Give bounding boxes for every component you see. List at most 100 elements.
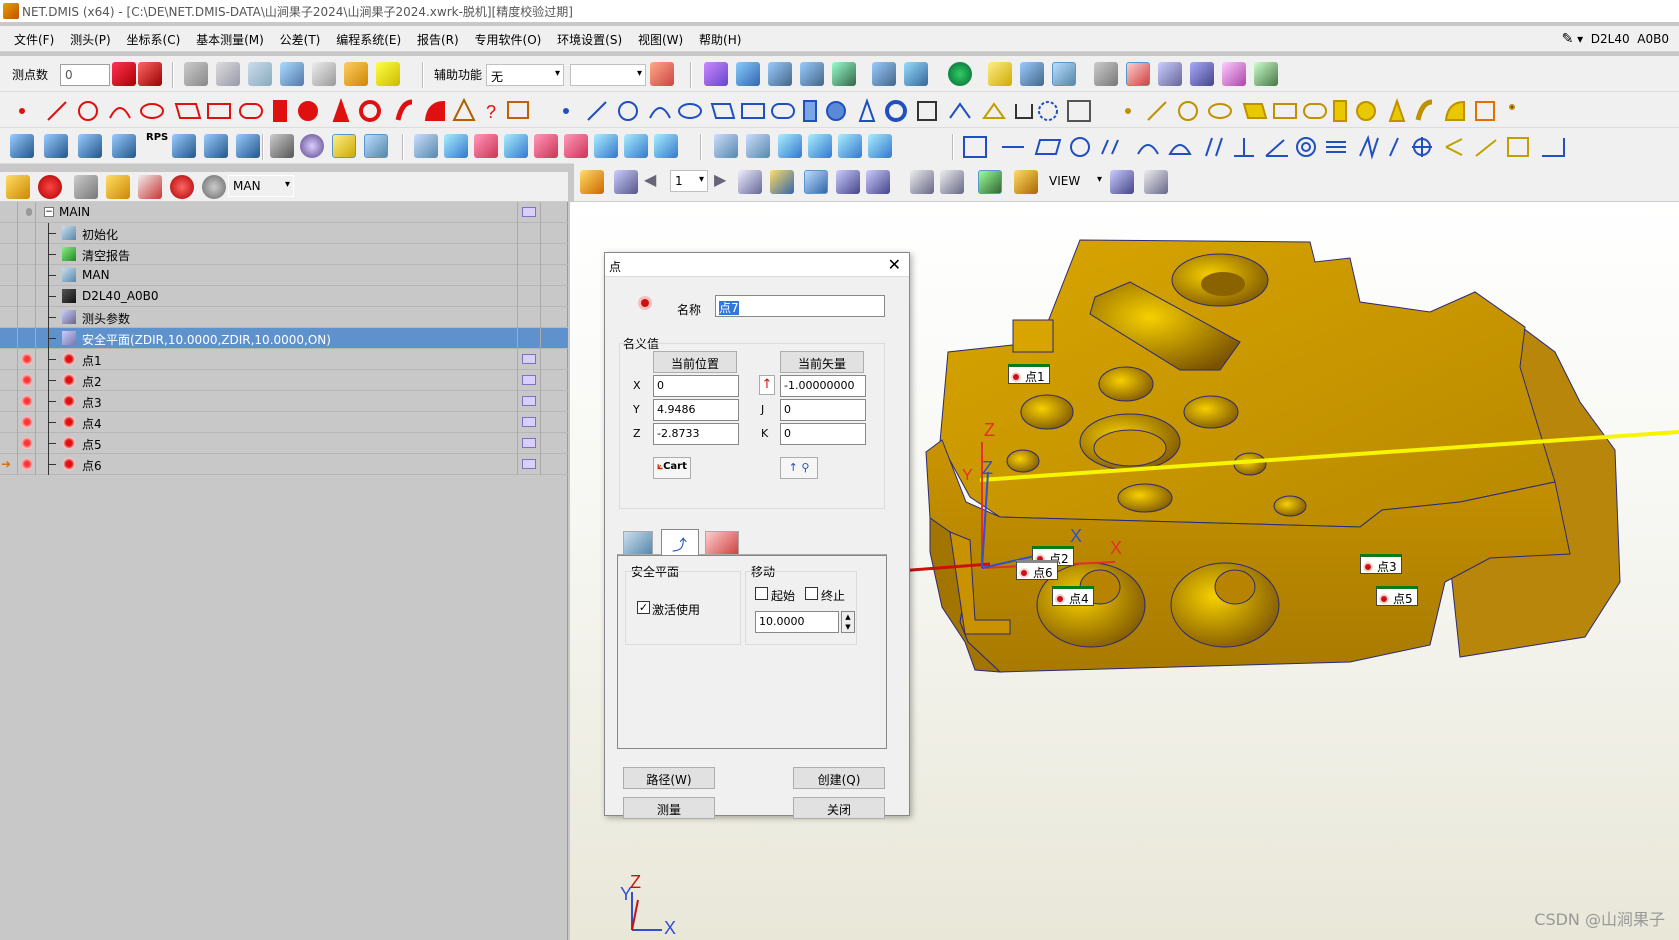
tab-probe-icon[interactable] (705, 531, 739, 555)
probe-icon[interactable]: ✎ (1562, 31, 1574, 47)
view-cube-icon[interactable] (904, 62, 928, 86)
tree-root[interactable]: − MAIN (0, 202, 568, 223)
list-icon[interactable] (522, 375, 536, 385)
filter-view-icon[interactable] (866, 170, 890, 194)
marker-point-3[interactable]: 点3 (1360, 554, 1402, 574)
bulb-icon[interactable] (22, 353, 32, 365)
tree-row[interactable]: 初始化 (0, 223, 568, 244)
distance-spinner[interactable]: ▲ ▼ (841, 611, 855, 633)
probe-move-icon[interactable] (184, 62, 208, 86)
measure-surface-icon[interactable] (504, 134, 528, 158)
scan-grid-icon[interactable] (746, 134, 770, 158)
tab-approach-icon[interactable]: ⤴ (661, 529, 699, 556)
prev-icon[interactable]: ◀ (644, 170, 656, 189)
probe-tool-icon[interactable] (1254, 62, 1278, 86)
rotate-icon[interactable] (832, 62, 856, 86)
list-icon[interactable] (522, 438, 536, 448)
pointer-icon[interactable] (1052, 62, 1076, 86)
menu-coordinate[interactable]: 坐标系(C) (121, 26, 187, 53)
doc-icon[interactable] (312, 62, 336, 86)
workpiece-icon[interactable] (332, 134, 356, 158)
erase-point-icon[interactable] (112, 62, 136, 86)
list-icon[interactable] (522, 207, 536, 217)
activate-checkbox[interactable]: ✓ (637, 601, 650, 614)
menu-file[interactable]: 文件(F) (8, 26, 60, 53)
distance-input[interactable]: 10.0000 (755, 611, 839, 633)
zoom-icon[interactable] (768, 62, 792, 86)
x-input[interactable]: 0 (653, 375, 739, 397)
save-view-icon[interactable] (614, 170, 638, 194)
align-3-2-1-icon[interactable] (78, 134, 102, 158)
measure-cylinder-icon[interactable] (444, 134, 468, 158)
breakpoint-icon[interactable] (170, 175, 194, 199)
scan-edge-icon[interactable] (808, 134, 832, 158)
erase-all-icon[interactable] (138, 62, 162, 86)
j-input[interactable]: 0 (780, 399, 866, 421)
scan-surface-icon[interactable] (778, 134, 802, 158)
measure-curve-icon[interactable] (474, 134, 498, 158)
current-position-button[interactable]: 当前位置 (653, 351, 737, 373)
tree-row-feature[interactable]: 点5 (0, 433, 568, 454)
marker-point-4[interactable]: 点4 (1052, 586, 1094, 606)
machine-view-icon[interactable] (580, 170, 604, 194)
edit-icon[interactable] (6, 175, 30, 199)
list-icon[interactable] (522, 417, 536, 427)
render-sphere-icon[interactable] (948, 62, 972, 86)
record-icon[interactable] (138, 175, 162, 199)
marker-point-1[interactable]: 点1 (1008, 364, 1050, 384)
zoom-window-icon[interactable] (872, 62, 896, 86)
axis-icon[interactable] (270, 134, 294, 158)
points-input[interactable]: 0 (60, 64, 110, 86)
warning-icon[interactable] (376, 62, 400, 86)
measure-ring-icon[interactable] (564, 134, 588, 158)
stop-icon[interactable] (38, 175, 62, 199)
list-icon[interactable] (522, 396, 536, 406)
scan-icon[interactable] (714, 134, 738, 158)
vector-tools-button[interactable]: ↑ ⚲ (780, 457, 818, 479)
report-view-icon[interactable] (1126, 62, 1150, 86)
tree-row[interactable]: MAN (0, 265, 568, 286)
coord-recall-icon[interactable] (236, 134, 260, 158)
k-input[interactable]: 0 (780, 423, 866, 445)
lock-icon[interactable] (106, 175, 130, 199)
bulb-icon[interactable] (22, 416, 32, 428)
tree-row-feature[interactable]: ➜ 点6 (0, 454, 568, 475)
doc-view-icon[interactable] (738, 170, 762, 194)
execute-icon[interactable] (74, 175, 98, 199)
machine-icon[interactable] (704, 62, 728, 86)
end-checkbox[interactable] (805, 587, 818, 600)
rps-label[interactable]: RPS (146, 132, 168, 143)
probe-label[interactable]: D2L40 (1591, 32, 1630, 46)
list-view-icon[interactable] (804, 170, 828, 194)
bulb-icon[interactable] (22, 458, 32, 470)
tree-row-feature[interactable]: 点2 (0, 370, 568, 391)
flip-vector-icon[interactable]: ↑ (759, 375, 775, 395)
reset-icon[interactable] (650, 62, 674, 86)
tab-general-icon[interactable] (623, 531, 653, 555)
close-button[interactable]: 关闭 (793, 797, 885, 819)
view-select[interactable]: VIEW (1044, 170, 1106, 192)
mode-select[interactable]: MAN (228, 175, 294, 197)
bulb-icon[interactable] (22, 437, 32, 449)
probe-goto-icon[interactable] (216, 62, 240, 86)
path-button[interactable]: 路径(W) (623, 767, 715, 789)
z-input[interactable]: -2.8733 (653, 423, 739, 445)
tree-row[interactable]: D2L40_A0B0 (0, 286, 568, 307)
menu-settings[interactable]: 环境设置(S) (551, 26, 628, 53)
scan-help-icon[interactable] (868, 134, 892, 158)
step-icon[interactable] (202, 175, 226, 199)
tree-row-feature[interactable]: 点4 (0, 412, 568, 433)
menu-programming[interactable]: 编程系统(E) (330, 26, 407, 53)
workpiece-2-icon[interactable] (364, 134, 388, 158)
next-icon[interactable]: ▶ (714, 170, 726, 189)
init-tool-icon[interactable] (10, 134, 34, 158)
search-icon[interactable] (1144, 170, 1168, 194)
save-viewport-icon[interactable] (1110, 170, 1134, 194)
select-icon[interactable] (988, 62, 1012, 86)
tree-row[interactable]: 测头参数 (0, 307, 568, 328)
create-button[interactable]: 创建(Q) (793, 767, 885, 789)
cart-button[interactable]: ⟀Cart (653, 457, 691, 479)
camera-icon[interactable] (1190, 62, 1214, 86)
tree-row[interactable]: 安全平面(ZDIR,10.0000,ZDIR,10.0000,ON) (0, 328, 568, 349)
start-checkbox[interactable] (755, 587, 768, 600)
